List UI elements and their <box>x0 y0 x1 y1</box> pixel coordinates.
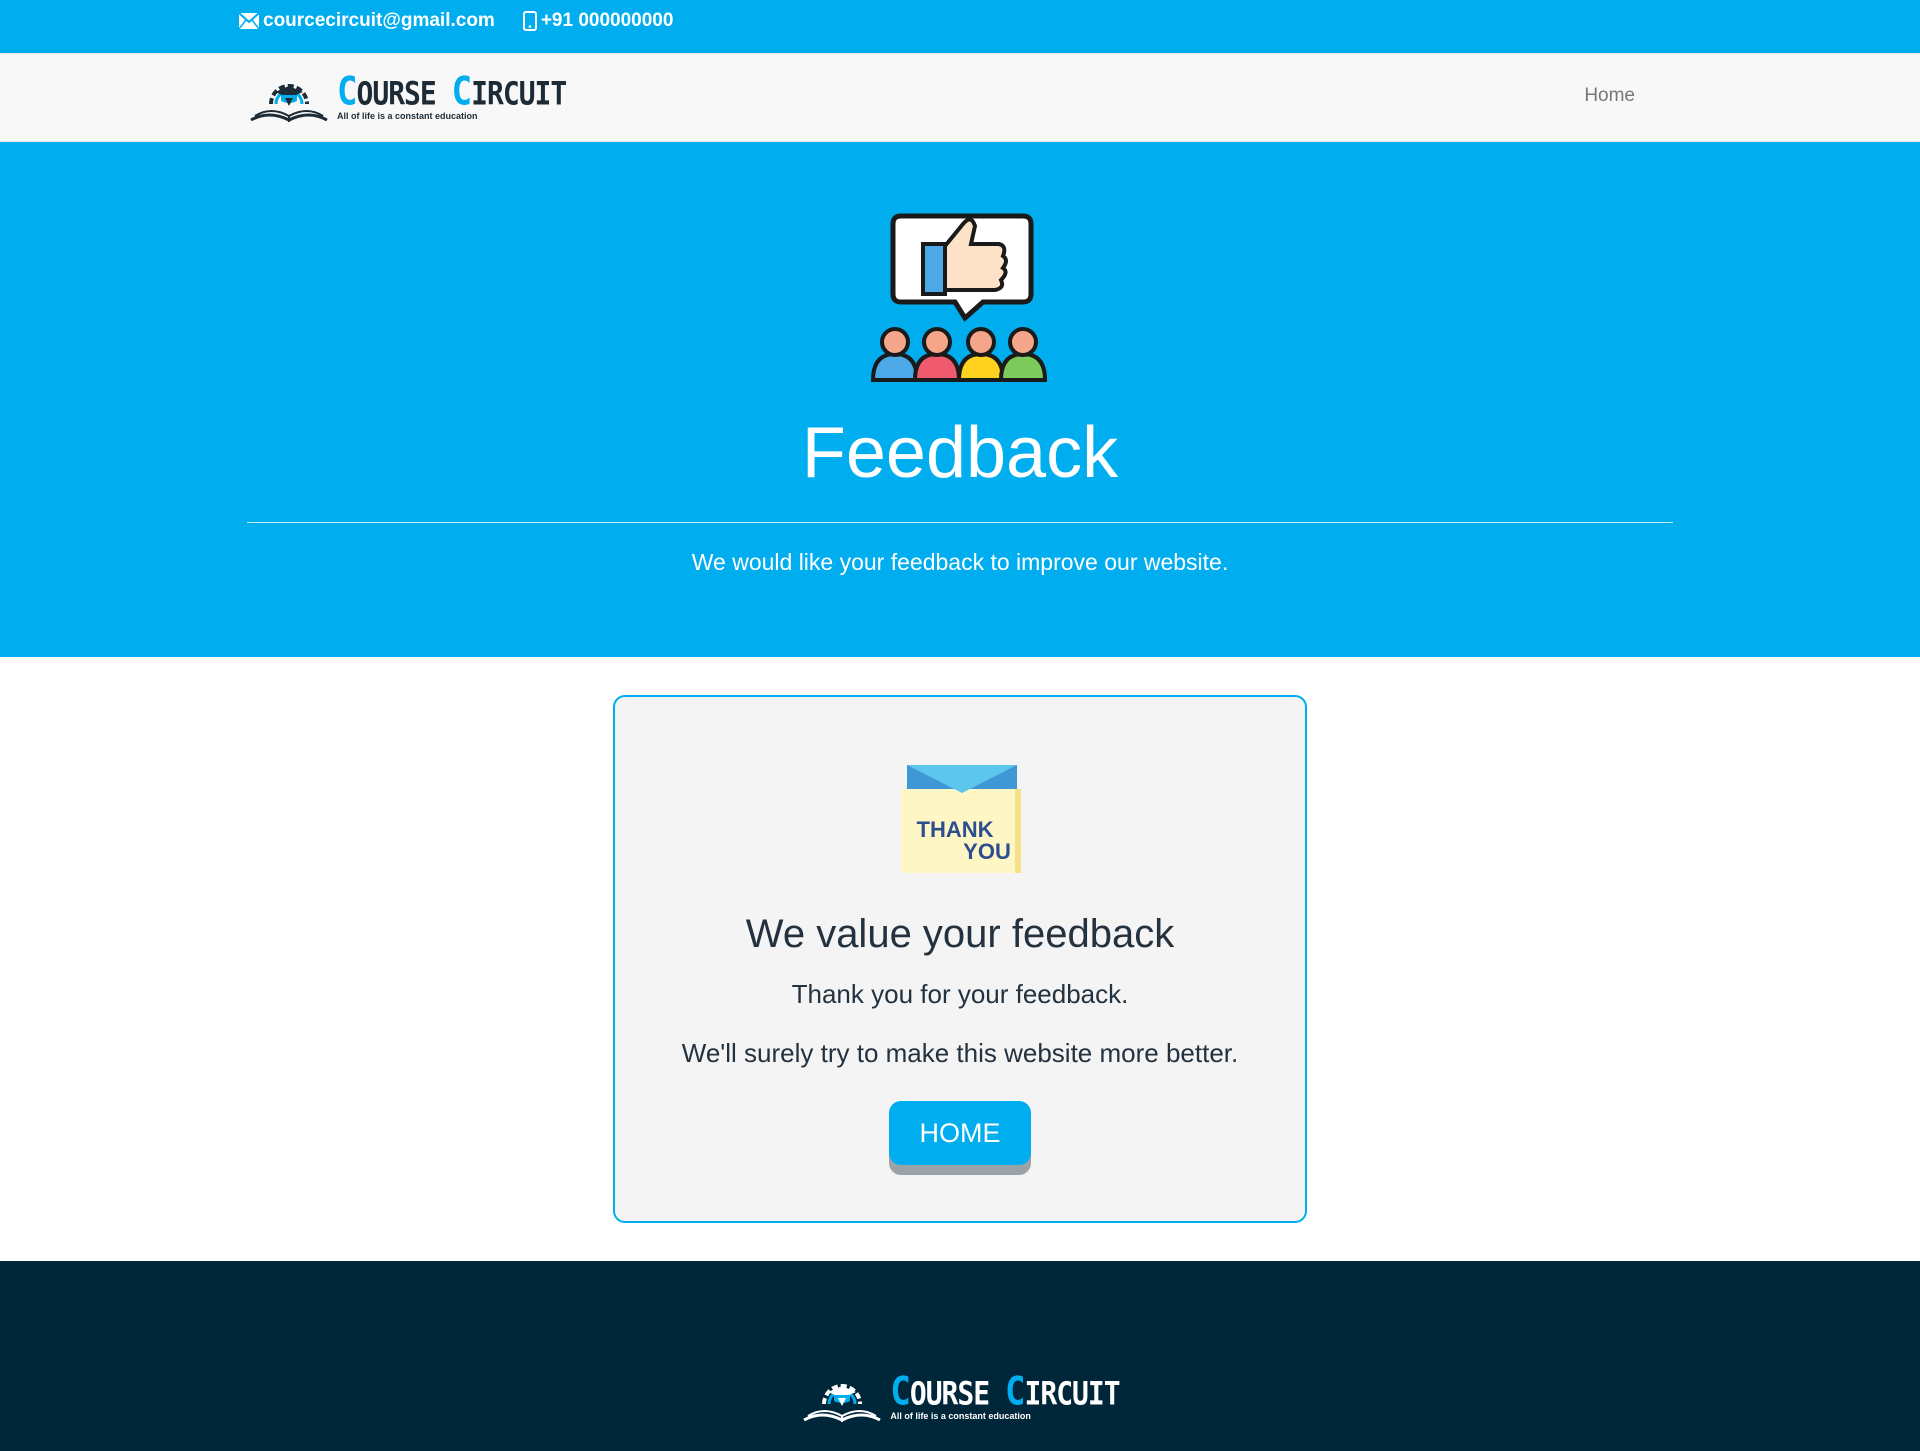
card-thank-you-text: Thank you for your feedback. <box>791 979 1129 1009</box>
footer-logo-first-rest: OURSE <box>909 1374 990 1413</box>
home-button[interactable]: HOME <box>889 1101 1031 1165</box>
graduation-cap-book-logo-icon <box>803 1384 882 1422</box>
hero-subtitle: We would like your feedback to improve o… <box>691 549 1229 575</box>
phone-text: +91 000000000 <box>540 10 674 31</box>
card-heading: We value your feedback <box>745 912 1175 956</box>
thank-you-card: THANK YOU We value your feedback Thank y… <box>613 695 1307 1223</box>
hero-section: Feedback We would like your feedback to … <box>0 142 1920 657</box>
card-improve-text: We'll surely try to make this website mo… <box>681 1038 1239 1068</box>
logo-first-initial: C <box>337 68 358 115</box>
page-title: Feedback <box>801 413 1119 493</box>
top-contact-bar: courcecircuit@gmail.com +91 000000000 <box>0 0 1920 53</box>
main-content: THANK YOU We value your feedback Thank y… <box>0 657 1920 1261</box>
footer: COURSE CIRCUIT All of life is a constant… <box>0 1261 1920 1451</box>
navbar: COURSE CIRCUIT All of life is a constant… <box>0 53 1920 142</box>
footer-logo-wordmark: COURSE CIRCUIT <box>890 1372 1120 1413</box>
footer-logo-second-initial: C <box>1005 1369 1026 1415</box>
contact-phone[interactable]: +91 000000000 <box>522 10 674 32</box>
footer-logo-second-rest: IRCUIT <box>1024 1374 1120 1413</box>
site-logo[interactable]: COURSE CIRCUIT All of life is a constant… <box>247 70 567 126</box>
footer-logo-first-initial: C <box>890 1369 911 1415</box>
nav-home-link[interactable]: Home <box>1584 85 1635 107</box>
hero-divider <box>247 522 1673 523</box>
thumbs-up-feedback-icon <box>865 204 1055 389</box>
footer-logo[interactable]: COURSE CIRCUIT All of life is a constant… <box>800 1345 1121 1451</box>
logo-second-rest: IRCUIT <box>471 74 567 113</box>
logo-second-initial: C <box>451 68 473 115</box>
thank-you-envelope-icon: THANK YOU <box>615 763 1305 878</box>
email-text: courcecircuit@gmail.com <box>263 10 495 31</box>
envelope-icon <box>239 13 259 29</box>
contact-email[interactable]: courcecircuit@gmail.com <box>239 10 495 32</box>
graduation-cap-book-logo-icon <box>250 83 328 122</box>
logo-wordmark: COURSE CIRCUIT <box>337 72 567 113</box>
mobile-phone-icon <box>522 11 537 31</box>
thank-you-image-line2: YOU <box>963 839 1011 864</box>
logo-first-rest: OURSE <box>356 74 436 113</box>
